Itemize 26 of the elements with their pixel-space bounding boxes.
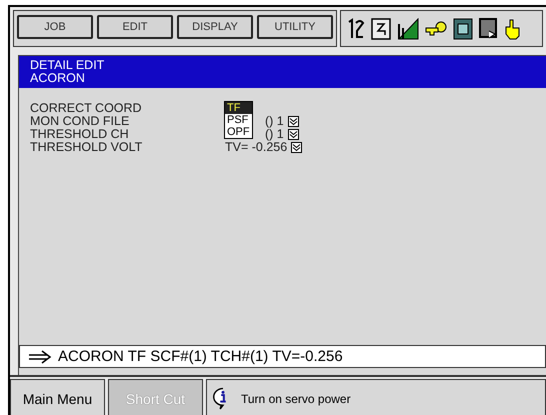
command-line: ACORON TF SCF#(1) TCH#(1) TV=-0.256 [58,348,343,365]
field-label: THRESHOLD VOLT [30,141,144,154]
menu-button[interactable]: JOB [17,15,93,39]
field-label: MON COND FILE [30,115,130,128]
dropdown-option[interactable]: OPF [225,126,252,138]
menu-button[interactable]: EDIT [97,15,173,39]
field-value[interactable]: () 1 [265,115,284,128]
arrow-icon [28,350,52,364]
field-label: THRESHOLD CH [30,128,130,141]
menu-button[interactable]: DISPLAY [177,15,253,39]
dropdown-option[interactable]: PSF [225,114,252,126]
dropdown-icon[interactable] [288,116,299,127]
keys-icon[interactable] [425,20,447,38]
bottom-button[interactable]: Main Menu [10,379,105,415]
coordinate-icon[interactable] [347,18,365,40]
field-label: CORRECT COORD [30,102,143,115]
hand-icon[interactable] [505,18,521,40]
field-value[interactable]: TV= -0.256 [225,141,288,154]
dropdown-icon[interactable] [291,142,302,153]
field-value[interactable]: () 1 [265,128,284,141]
screen-title: DETAIL EDIT [30,59,106,72]
dropdown-icon[interactable] [288,129,299,140]
menu-button[interactable]: UTILITY [257,15,333,39]
dropdown-option[interactable]: TF [225,102,252,114]
job-name: ACORON [30,72,86,85]
status-message: Turn on servo power [241,392,351,406]
